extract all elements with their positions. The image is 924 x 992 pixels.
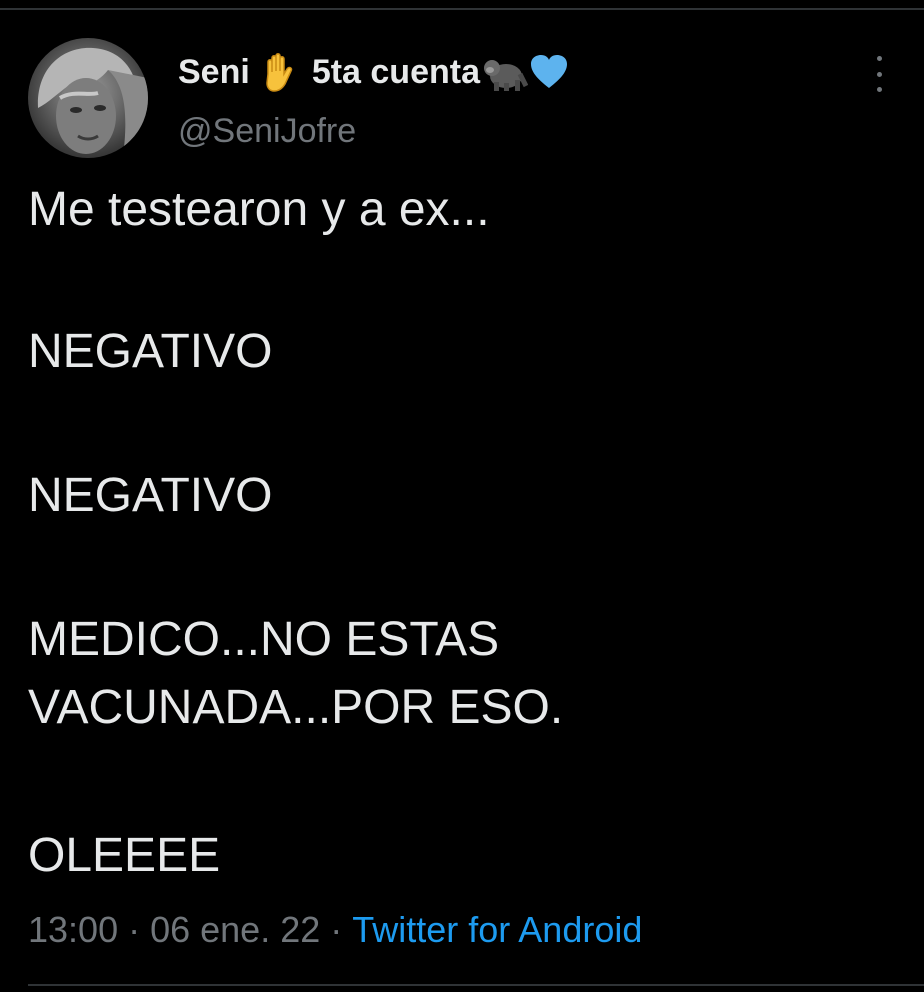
display-name-text: Seni: [178, 52, 250, 91]
top-divider: [0, 8, 924, 10]
gorilla-icon: [482, 52, 528, 92]
more-options-icon[interactable]: [866, 56, 892, 92]
avatar[interactable]: [28, 38, 148, 158]
tweet-metadata: 13:00 · 06 ene. 22 · Twitter for Android: [28, 904, 642, 956]
avatar-photo: [37, 47, 148, 158]
separator: ·: [330, 909, 343, 950]
tweet-source-link[interactable]: Twitter for Android: [352, 909, 642, 951]
blue-heart-icon: [530, 54, 568, 90]
handle[interactable]: @SeniJofre: [178, 112, 356, 151]
tweet-text-line: OLEEEE: [28, 829, 221, 882]
bottom-divider: [28, 984, 924, 986]
display-name[interactable]: Seni 5ta cuenta: [178, 46, 568, 98]
tweet-text-line: MEDICO...NO ESTAS: [28, 613, 500, 666]
tweet-text-line: NEGATIVO: [28, 469, 273, 522]
raised-hand-icon: [260, 52, 298, 92]
tweet-time[interactable]: 13:00: [28, 909, 118, 951]
tweet-text-line: NEGATIVO: [28, 325, 273, 378]
tweet-date[interactable]: 06 ene. 22: [150, 909, 320, 951]
tweet-text-line: VACUNADA...POR ESO.: [28, 681, 564, 734]
display-name-suffix: 5ta cuenta: [311, 52, 480, 91]
separator: ·: [128, 909, 141, 950]
tweet-text-line: Me testearon y a ex...: [28, 183, 490, 236]
